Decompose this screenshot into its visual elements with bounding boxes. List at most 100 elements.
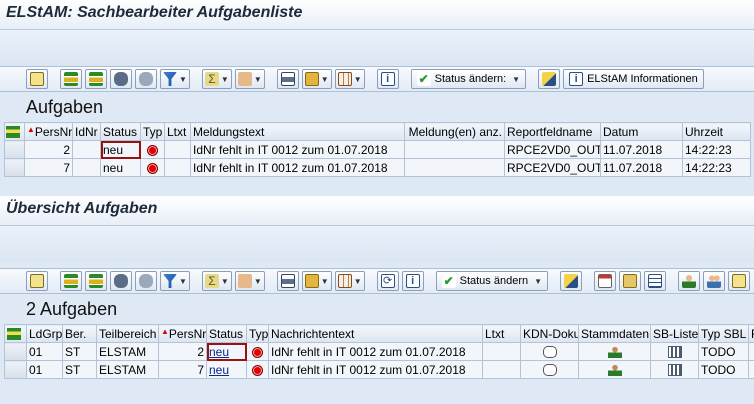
find-button[interactable] (110, 69, 132, 89)
cell-meldungen-anz (404, 140, 505, 159)
overview-heading: 2 Aufgaben (26, 299, 118, 319)
info-icon: i (569, 72, 584, 86)
more-button[interactable] (728, 271, 751, 291)
details-button[interactable] (26, 69, 48, 89)
find-next-button[interactable] (135, 69, 157, 89)
find-button[interactable] (110, 271, 132, 291)
dropdown-arrow-icon: ▼ (512, 74, 521, 84)
calendar-button[interactable] (594, 271, 617, 291)
user-button[interactable] (678, 271, 701, 291)
table-row[interactable]: 7 neu IdNr fehlt in IT 0012 zum 01.07.20… (4, 158, 751, 177)
status-link[interactable]: neu (209, 363, 229, 377)
column-header-persnr[interactable]: ▲PersNr (158, 324, 207, 343)
export-button[interactable]: ▼ (301, 271, 332, 291)
cell-stammdaten[interactable] (578, 360, 651, 379)
sum-button[interactable]: Σ ▼ (201, 69, 232, 89)
sum-icon: Σ (204, 72, 219, 86)
column-header-sb-liste[interactable]: SB-Liste (650, 324, 699, 343)
users-button[interactable] (703, 271, 726, 291)
cell-f (748, 360, 754, 379)
table-row[interactable]: 2 neu IdNr fehlt in IT 0012 zum 01.07.20… (4, 140, 751, 159)
column-header-reportfeldname[interactable]: Reportfeldname (504, 122, 601, 141)
column-header-status[interactable]: Status (100, 122, 141, 141)
cell-teilbereich: ELSTAM (96, 360, 159, 379)
edit-note-button[interactable] (560, 271, 583, 291)
column-header-ldgrp[interactable]: LdGrp (26, 324, 63, 343)
change-status-button[interactable]: ✔ Status ändern: ▼ (410, 69, 527, 89)
sum-button[interactable]: Σ ▼ (201, 271, 232, 291)
row-selector[interactable] (4, 158, 25, 177)
cell-status[interactable]: neu (206, 360, 247, 379)
cell-ltxt (482, 342, 521, 361)
layout-button[interactable]: ▼ (334, 271, 365, 291)
sort-descending-icon (89, 274, 103, 288)
table-row[interactable]: 01 ST ELSTAM 2 neu IdNr fehlt in IT 0012… (4, 342, 754, 361)
cell-status[interactable]: neu (206, 342, 247, 361)
magnifier-icon (30, 72, 44, 86)
status-link[interactable]: neu (209, 345, 229, 359)
column-header-kdn-doku[interactable]: KDN-Doku (520, 324, 579, 343)
info-icon: i (380, 72, 395, 86)
export-button[interactable]: ▼ (301, 69, 332, 89)
cell-sb-liste[interactable] (650, 342, 699, 361)
dropdown-arrow-icon: ▼ (320, 276, 329, 286)
info-button[interactable]: i (401, 271, 424, 291)
column-header-persnr[interactable]: ▲PersNr (24, 122, 73, 141)
select-all-icon[interactable] (4, 324, 27, 343)
column-header-f[interactable]: F (748, 324, 754, 343)
binoculars-icon (114, 72, 128, 86)
column-header-teilbereich[interactable]: Teilbereich (96, 324, 159, 343)
calendar-icon (598, 274, 613, 288)
subtotal-button[interactable]: ▼ (234, 69, 265, 89)
sort-ascending-button[interactable] (60, 271, 82, 291)
row-selector[interactable] (4, 360, 27, 379)
column-header-nachrichtentext[interactable]: Nachrichtentext (268, 324, 483, 343)
column-header-typ[interactable]: Typ (246, 324, 269, 343)
cell-kdn-doku[interactable] (520, 342, 579, 361)
change-status-button[interactable]: ✔ Status ändern ▼ (435, 271, 549, 291)
red-status-icon (252, 364, 263, 376)
print-button[interactable] (276, 69, 299, 89)
filter-button[interactable]: ▼ (160, 271, 190, 291)
details-button[interactable] (26, 271, 48, 291)
cell-meldungstext: IdNr fehlt in IT 0012 zum 01.07.2018 (190, 140, 405, 159)
elstam-info-button[interactable]: i ELStAM Informationen (563, 69, 704, 89)
layout-button[interactable]: ▼ (334, 69, 365, 89)
filter-button[interactable]: ▼ (160, 69, 190, 89)
cell-kdn-doku[interactable] (520, 360, 579, 379)
row-selector[interactable] (4, 342, 27, 361)
column-header-meldungen-anz[interactable]: Meldung(en) anz. (404, 122, 505, 141)
column-header-idnr[interactable]: IdNr (72, 122, 101, 141)
select-all-icon[interactable] (4, 122, 25, 141)
column-header-ltxt[interactable]: Ltxt (164, 122, 191, 141)
column-header-meldungstext[interactable]: Meldungstext (190, 122, 405, 141)
column-header-ber[interactable]: Ber. (62, 324, 97, 343)
sort-ascending-button[interactable] (60, 69, 82, 89)
column-header-typ[interactable]: Typ (140, 122, 165, 141)
find-next-button[interactable] (135, 271, 157, 291)
subtotal-button[interactable]: ▼ (234, 271, 265, 291)
sort-ascending-icon (64, 274, 78, 288)
info-button[interactable]: i (376, 69, 399, 89)
cell-stammdaten[interactable] (578, 342, 651, 361)
print-button[interactable] (276, 271, 299, 291)
column-header-ltxt[interactable]: Ltxt (482, 324, 521, 343)
refresh-button[interactable]: ⟳ (376, 271, 399, 291)
documents-button[interactable] (619, 271, 642, 291)
binoculars-next-icon (139, 72, 153, 86)
cell-persnr: 2 (24, 140, 73, 159)
column-header-typ-sbl[interactable]: Typ SBL (698, 324, 749, 343)
column-header-uhrzeit[interactable]: Uhrzeit (682, 122, 751, 141)
cell-nachrichtentext: IdNr fehlt in IT 0012 zum 01.07.2018 (268, 342, 483, 361)
row-selector[interactable] (4, 140, 25, 159)
table-row[interactable]: 01 ST ELSTAM 7 neu IdNr fehlt in IT 0012… (4, 360, 754, 379)
sort-descending-button[interactable] (85, 271, 107, 291)
column-header-status[interactable]: Status (206, 324, 247, 343)
column-header-datum[interactable]: Datum (600, 122, 683, 141)
sort-descending-button[interactable] (85, 69, 107, 89)
cell-sb-liste[interactable] (650, 360, 699, 379)
column-header-stammdaten[interactable]: Stammdaten (578, 324, 651, 343)
cell-persnr: 7 (158, 360, 207, 379)
edit-note-button[interactable] (538, 69, 561, 89)
list-button[interactable] (644, 271, 667, 291)
